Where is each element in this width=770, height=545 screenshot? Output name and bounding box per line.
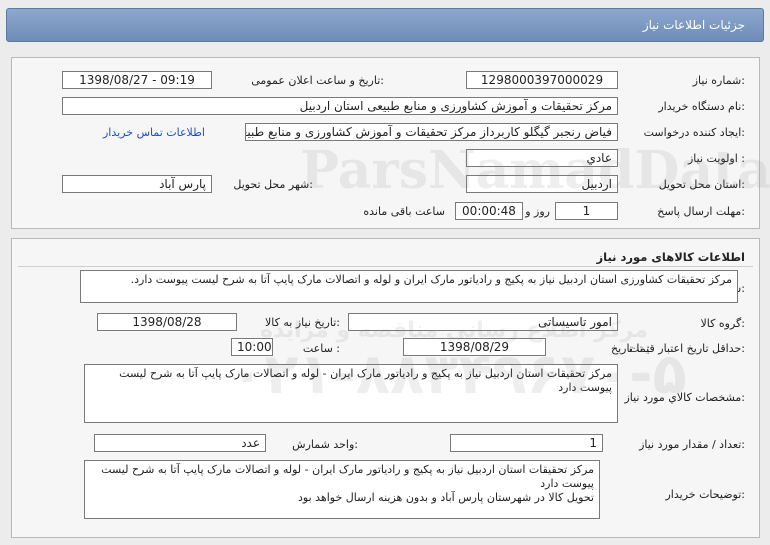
quantity-label: تعداد / مقدار مورد نیاز: [639, 438, 745, 451]
buyer-notes-line-2: تحویل کالا در شهرستان پارس آباد و بدون ه… [298, 491, 594, 504]
announce-datetime-label: تاریخ و ساعت اعلان عمومی: [251, 74, 384, 87]
request-creator-field: فیاض رنجبر گیگلو کاربرداز مرکز تحقیقات و… [245, 123, 618, 141]
delivery-province-label: استان محل تحویل: [658, 178, 745, 191]
response-deadline-label: مهلت ارسال پاسخ: [657, 205, 745, 218]
buyer-org-field: مرکز تحقیقات و آموزش کشاورزی و منابع طبی… [62, 97, 618, 115]
page-header: جزئیات اطلاعات نیاز [6, 8, 764, 42]
deadline-time-field: 00:00:48 [455, 202, 523, 220]
remaining-label: ساعت باقی مانده [363, 205, 445, 218]
general-description-field: مرکز تحقیقات کشاورزی استان اردبیل نیاز ب… [80, 270, 738, 303]
request-creator-label: ایجاد کننده درخواست: [643, 126, 745, 139]
buyer-notes-label: توضیحات خریدار: [665, 488, 746, 501]
need-date-field: 1398/08/28 [97, 313, 237, 331]
deadline-days-field: 1 [555, 202, 618, 220]
unit-field: عدد [94, 434, 266, 452]
need-number-field: 1298000397000029 [466, 71, 618, 89]
delivery-city-label: شهر محل تحویل: [233, 178, 313, 191]
buyer-notes-line-1: مرکز تحقیقات استان اردبیل نیاز به پکیج و… [101, 463, 594, 490]
goods-group-field: امور تاسیساتی [348, 313, 618, 331]
announce-datetime-field: 1398/08/27 - 09:19 [62, 71, 212, 89]
unit-label: واحد شمارش: [292, 438, 358, 451]
until-date-field: 1398/08/29 [403, 338, 546, 356]
quantity-field: 1 [450, 434, 603, 452]
goods-section-title: اطلاعات کالاهای مورد نیاز [596, 250, 745, 264]
goods-specs-label: مشخصات کالاي مورد نیاز: [624, 391, 745, 404]
need-date-label: تاریخ نیاز به کالا: [265, 316, 340, 329]
section-divider [18, 266, 753, 267]
time-label: ساعت : [302, 342, 340, 355]
days-and-label: روز و [525, 205, 550, 218]
buyer-org-label: نام دستگاه خریدار: [658, 100, 745, 113]
buyer-contact-link[interactable]: اطلاعات تماس خریدار [103, 126, 205, 139]
buyer-notes-field: مرکز تحقیقات استان اردبیل نیاز به پکیج و… [84, 460, 600, 519]
page-title: جزئیات اطلاعات نیاز [642, 18, 745, 32]
priority-label: اولویت نیاز : [687, 152, 745, 165]
goods-group-label: گروه کالا: [700, 317, 745, 330]
delivery-city-field: پارس آباد [62, 175, 212, 193]
delivery-province-field: اردبیل [466, 175, 618, 193]
time-field: 10:00 [231, 338, 273, 356]
priority-field: عادي [466, 149, 618, 167]
until-date-label: تا تاریخ : [611, 342, 650, 355]
need-number-label: شماره نیاز: [692, 74, 745, 87]
goods-specs-field: مرکز تحقیقات استان اردبیل نیاز به پکیج و… [84, 364, 618, 423]
